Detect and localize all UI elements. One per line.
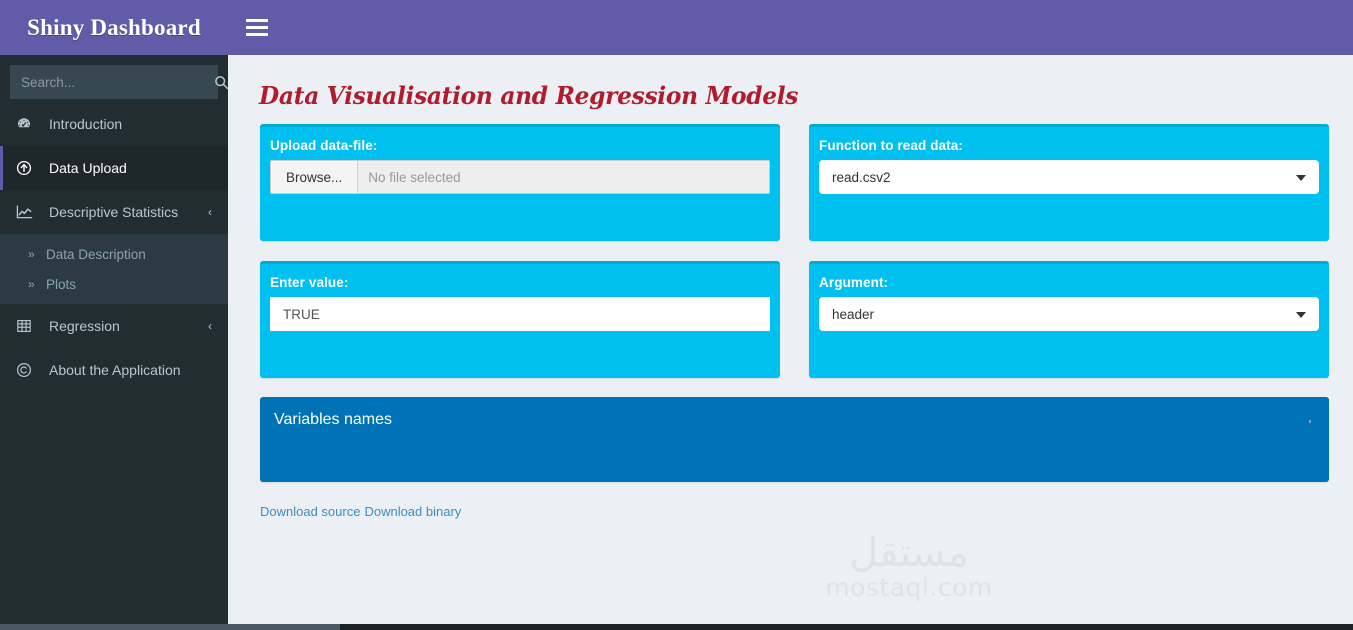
chart-line-icon	[16, 204, 40, 220]
sidebar-item-about-the-application[interactable]: About the Application	[0, 348, 228, 392]
download-binary-link[interactable]: Download binary	[364, 504, 461, 519]
tachometer-icon	[16, 116, 40, 132]
file-name-display: No file selected	[368, 169, 461, 185]
page-title: Data Visualisation and Regression Models	[259, 81, 799, 110]
upload-column: Upload data-file: Browse... No file sele…	[260, 124, 780, 241]
app-logo[interactable]: Shiny Dashboard	[0, 0, 228, 55]
function-to-read-data-box: Function to read data: read.csv2	[809, 124, 1329, 241]
table-grid-icon	[16, 318, 40, 334]
function-select[interactable]: read.csv2	[819, 160, 1319, 194]
sidebar-item-descriptive-statistics[interactable]: Descriptive Statistics ‹	[0, 190, 228, 234]
upload-data-file-label: Upload data-file:	[270, 138, 378, 153]
function-to-read-data-label: Function to read data:	[819, 138, 963, 153]
argument-column: Argument: header	[809, 261, 1329, 378]
enter-value-label: Enter value:	[270, 275, 349, 290]
sidebar-item-label: Introduction	[49, 116, 123, 132]
chevron-left-icon[interactable]: ‹	[208, 319, 216, 333]
chevron-down-icon	[1296, 312, 1306, 318]
form-row-2: Enter value: TRUE Argument: header	[228, 261, 1353, 378]
horizontal-scrollbar[interactable]	[0, 624, 1353, 630]
watermark: مستقل mostaql.com	[819, 533, 999, 600]
main-content: Data Visualisation and Regression Models…	[228, 55, 1353, 630]
angle-double-right-icon: »	[28, 247, 35, 261]
sidebar-item-label: Regression	[49, 318, 120, 334]
sidebar-subitem-data-description[interactable]: » Data Description	[0, 239, 228, 269]
minus-icon[interactable]	[1303, 414, 1317, 428]
argument-select[interactable]: header	[819, 297, 1319, 331]
sidebar-subitem-label: Data Description	[46, 246, 146, 262]
browse-button[interactable]: Browse...	[271, 161, 359, 193]
sidebar: Introduction Data Upload	[0, 55, 228, 630]
variables-names-box: Variables names	[260, 397, 1329, 482]
function-column: Function to read data: read.csv2	[809, 124, 1329, 241]
sidebar-submenu-descriptive-statistics: » Data Description » Plots	[0, 234, 228, 304]
argument-select-value: header	[832, 306, 875, 322]
file-input[interactable]: Browse... No file selected	[270, 160, 770, 194]
sidebar-search	[0, 55, 228, 102]
sidebar-item-introduction[interactable]: Introduction	[0, 102, 228, 146]
scrollbar-thumb[interactable]	[0, 624, 340, 630]
enter-value-box: Enter value: TRUE	[260, 261, 780, 378]
argument-label: Argument:	[819, 275, 889, 290]
chevron-left-icon[interactable]: ‹	[208, 205, 216, 219]
copyright-icon	[16, 362, 40, 378]
sidebar-item-label: Descriptive Statistics	[49, 204, 179, 220]
angle-double-right-icon: »	[28, 277, 35, 291]
variables-names-title: Variables names	[274, 411, 392, 428]
argument-box: Argument: header	[809, 261, 1329, 378]
function-select-value: read.csv2	[832, 169, 891, 185]
watermark-latin: mostaql.com	[825, 573, 993, 602]
enter-value-input[interactable]: TRUE	[270, 297, 770, 331]
download-source-link[interactable]: Download source	[260, 504, 360, 519]
value-column: Enter value: TRUE	[260, 261, 780, 378]
form-row-1: Upload data-file: Browse... No file sele…	[228, 124, 1353, 241]
sidebar-item-label: About the Application	[49, 362, 181, 378]
navbar	[228, 0, 1353, 55]
sidebar-subitem-plots[interactable]: » Plots	[0, 269, 228, 299]
chevron-down-icon	[1296, 175, 1306, 181]
hamburger-icon[interactable]	[245, 15, 271, 41]
top-header: Shiny Dashboard	[0, 0, 1353, 55]
sidebar-menu: Introduction Data Upload Descriptive Sta…	[0, 102, 228, 392]
watermark-arabic: مستقل	[849, 530, 969, 576]
sidebar-item-label: Data Upload	[49, 160, 127, 176]
search-icon[interactable]	[208, 66, 228, 98]
sidebar-subitem-label: Plots	[46, 276, 77, 292]
upload-data-file-box: Upload data-file: Browse... No file sele…	[260, 124, 780, 241]
sidebar-item-data-upload[interactable]: Data Upload	[0, 146, 228, 190]
search-box[interactable]	[10, 65, 228, 99]
search-input[interactable]	[11, 74, 208, 90]
app-root: Shiny Dashboard Search... Introduction D…	[0, 0, 1353, 630]
download-links: Download source Download binary	[228, 482, 1353, 519]
sidebar-item-regression[interactable]: Regression ‹	[0, 304, 228, 348]
arrow-circle-up-icon	[16, 160, 40, 176]
